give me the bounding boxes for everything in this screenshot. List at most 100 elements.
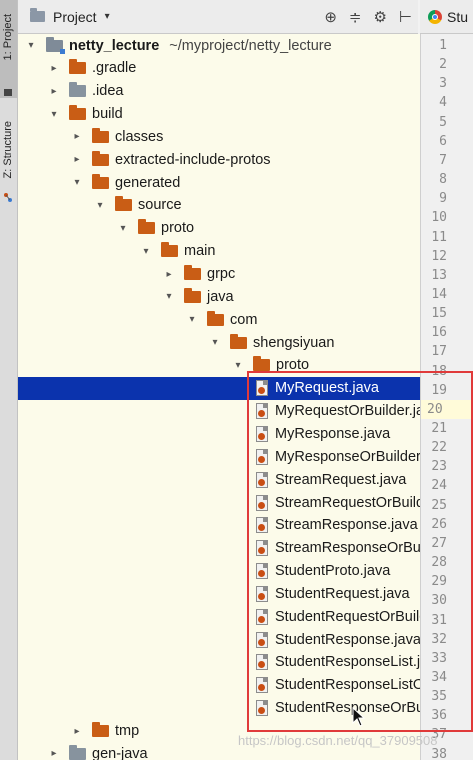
structure-tool-tab[interactable]: Z: Structure bbox=[0, 115, 17, 215]
line-number: 21 bbox=[431, 421, 447, 436]
tree-item-label: com bbox=[230, 311, 258, 328]
tree-folder-item[interactable]: ▾ source bbox=[18, 194, 420, 217]
editor-tab[interactable]: Stu bbox=[420, 0, 473, 34]
editor-line-gutter: 1 2 3 4 5 6 7 8 9 10 11 12 13 14 15 16 17 18 19 20 21 22 23 24 2… bbox=[420, 34, 473, 760]
tree-folder-item[interactable]: ▾ shengsiyuan bbox=[18, 331, 420, 354]
chevron-right-icon[interactable]: ▸ bbox=[72, 154, 82, 165]
tree-item-label: .idea bbox=[92, 83, 124, 100]
chevron-down-icon[interactable]: ▾ bbox=[49, 109, 59, 120]
tree-file-item[interactable]: StreamResponse.java bbox=[18, 514, 420, 537]
scroll-from-source-icon[interactable]: ⊕ bbox=[324, 8, 337, 26]
line-number: 23 bbox=[431, 459, 447, 475]
editor-tab-label: Stu bbox=[447, 8, 469, 25]
hide-panel-icon[interactable]: ⊢ bbox=[399, 8, 412, 26]
tree-folder-item[interactable]: ▸ classes bbox=[18, 125, 420, 148]
tree-item-label: StudentResponse.java bbox=[275, 631, 420, 648]
tree-item-label: tmp bbox=[115, 723, 140, 739]
tree-folder-item[interactable]: ▾ main bbox=[18, 240, 420, 263]
tree-folder-item[interactable]: ▸ grpc bbox=[18, 263, 420, 286]
gear-icon[interactable]: ⚙ bbox=[373, 8, 386, 26]
tree-file-item[interactable]: StudentRequestOrBuilder.java bbox=[18, 605, 420, 628]
tree-item-label: MyRequestOrBuilder.java bbox=[275, 403, 420, 420]
tree-folder-item[interactable]: ▾ generated bbox=[18, 171, 420, 194]
line-number: 7 bbox=[439, 152, 447, 168]
folder-icon bbox=[184, 265, 201, 280]
chevron-down-icon[interactable]: ▾ bbox=[187, 314, 197, 325]
tree-folder-item[interactable]: ▾ netty_lecture ~/myproject/netty_lecture bbox=[18, 34, 420, 57]
chevron-down-icon[interactable]: ▾ bbox=[95, 200, 105, 211]
chevron-right-icon[interactable]: ▸ bbox=[164, 269, 174, 280]
java-file-icon bbox=[256, 654, 268, 671]
tree-file-item[interactable]: StudentRequest.java bbox=[18, 582, 420, 605]
chevron-right-icon[interactable]: ▸ bbox=[49, 86, 59, 97]
line-number: 30 bbox=[431, 593, 447, 609]
tree-file-item[interactable]: StreamResponseOrBuilder.java bbox=[18, 537, 420, 560]
project-tool-icon bbox=[3, 84, 13, 96]
tree-file-item[interactable]: MyRequest.java bbox=[18, 376, 420, 400]
line-number: 16 bbox=[431, 325, 447, 341]
project-view-selector[interactable]: Project bbox=[53, 9, 97, 25]
line-number: 17 bbox=[431, 344, 447, 360]
tree-file-item[interactable]: StreamRequest.java bbox=[18, 468, 420, 491]
project-path: ~/myproject/netty_lecture bbox=[169, 37, 332, 54]
chevron-down-icon[interactable]: ▾ bbox=[210, 337, 220, 348]
chevron-right-icon[interactable]: ▸ bbox=[49, 748, 59, 759]
tree-item-label: StudentResponseList.java bbox=[275, 654, 420, 671]
chevron-down-icon[interactable]: ▾ bbox=[118, 223, 128, 234]
line-number: 10 bbox=[431, 210, 447, 226]
tree-folder-item[interactable]: ▾ proto bbox=[18, 354, 420, 377]
tree-file-item[interactable]: MyResponseOrBuilder.java bbox=[18, 445, 420, 468]
project-tree[interactable]: ▾ netty_lecture ~/myproject/netty_lecture ▸… bbox=[18, 34, 420, 760]
tree-item-label: shengsiyuan bbox=[253, 334, 335, 351]
project-panel-header: Project ▾ ⊕ ≑ ⚙ ⊢ bbox=[18, 0, 418, 34]
tree-file-item[interactable]: StudentResponse.java bbox=[18, 628, 420, 651]
tree-item-label: main bbox=[184, 243, 216, 260]
folder-icon bbox=[92, 722, 109, 737]
chevron-right-icon[interactable]: ▸ bbox=[72, 131, 82, 142]
structure-tool-tab-label: Z: Structure bbox=[2, 121, 14, 179]
tree-folder-item[interactable]: ▸ .idea bbox=[18, 80, 420, 103]
line-number: 15 bbox=[431, 306, 447, 322]
tree-file-item[interactable]: MyRequestOrBuilder.java bbox=[18, 400, 420, 423]
tree-file-item[interactable]: StudentResponseListOrBuilder.java bbox=[18, 674, 420, 697]
java-file-icon bbox=[256, 425, 268, 442]
collapse-all-icon[interactable]: ≑ bbox=[349, 8, 362, 26]
tree-file-item[interactable]: MyResponse.java bbox=[18, 422, 420, 445]
tree-file-item[interactable]: StudentResponseList.java bbox=[18, 651, 420, 674]
tree-folder-item[interactable]: ▾ build bbox=[18, 103, 420, 126]
tree-folder-item[interactable]: ▸ .gradle bbox=[18, 57, 420, 80]
java-file-icon bbox=[256, 631, 268, 648]
tree-folder-item[interactable]: ▾ proto bbox=[18, 217, 420, 240]
java-file-icon bbox=[256, 380, 268, 397]
java-file-icon bbox=[256, 563, 268, 580]
tree-item-label: build bbox=[92, 106, 123, 123]
line-number: 26 bbox=[431, 516, 447, 532]
line-number: 32 bbox=[431, 631, 447, 647]
chevron-down-icon[interactable]: ▾ bbox=[26, 40, 36, 51]
java-file-icon bbox=[256, 494, 268, 511]
tree-folder-item[interactable]: ▸ extracted-include-protos bbox=[18, 148, 420, 171]
chevron-right-icon[interactable]: ▸ bbox=[72, 726, 82, 737]
tree-file-item[interactable]: StreamRequestOrBuilder.java bbox=[18, 491, 420, 514]
line-number: 19 bbox=[431, 382, 447, 398]
chevron-right-icon[interactable]: ▸ bbox=[49, 63, 59, 74]
project-tool-tab[interactable]: 1: Project bbox=[0, 0, 17, 98]
tree-item-label: StreamResponseOrBuilder.java bbox=[275, 540, 420, 557]
line-number: 34 bbox=[431, 669, 447, 685]
tree-folder-item[interactable]: ▾ java bbox=[18, 285, 420, 308]
chevron-down-icon[interactable]: ▾ bbox=[233, 360, 243, 371]
chevron-down-icon[interactable]: ▾ bbox=[164, 291, 174, 302]
module-folder-icon bbox=[46, 36, 65, 54]
chevron-down-icon[interactable]: ▾ bbox=[141, 246, 151, 257]
chevron-down-icon[interactable]: ▾ bbox=[105, 11, 110, 22]
line-number: 24 bbox=[431, 478, 447, 494]
chevron-down-icon[interactable]: ▾ bbox=[72, 177, 82, 188]
line-number: 14 bbox=[431, 286, 447, 302]
java-file-icon bbox=[256, 700, 268, 717]
tree-folder-item[interactable]: ▾ com bbox=[18, 308, 420, 331]
folder-icon bbox=[92, 173, 109, 189]
tree-item-label: source bbox=[138, 197, 182, 214]
tree-file-item[interactable]: StudentProto.java bbox=[18, 560, 420, 583]
line-number: 18 bbox=[431, 363, 447, 379]
line-number: 20 bbox=[421, 399, 473, 419]
